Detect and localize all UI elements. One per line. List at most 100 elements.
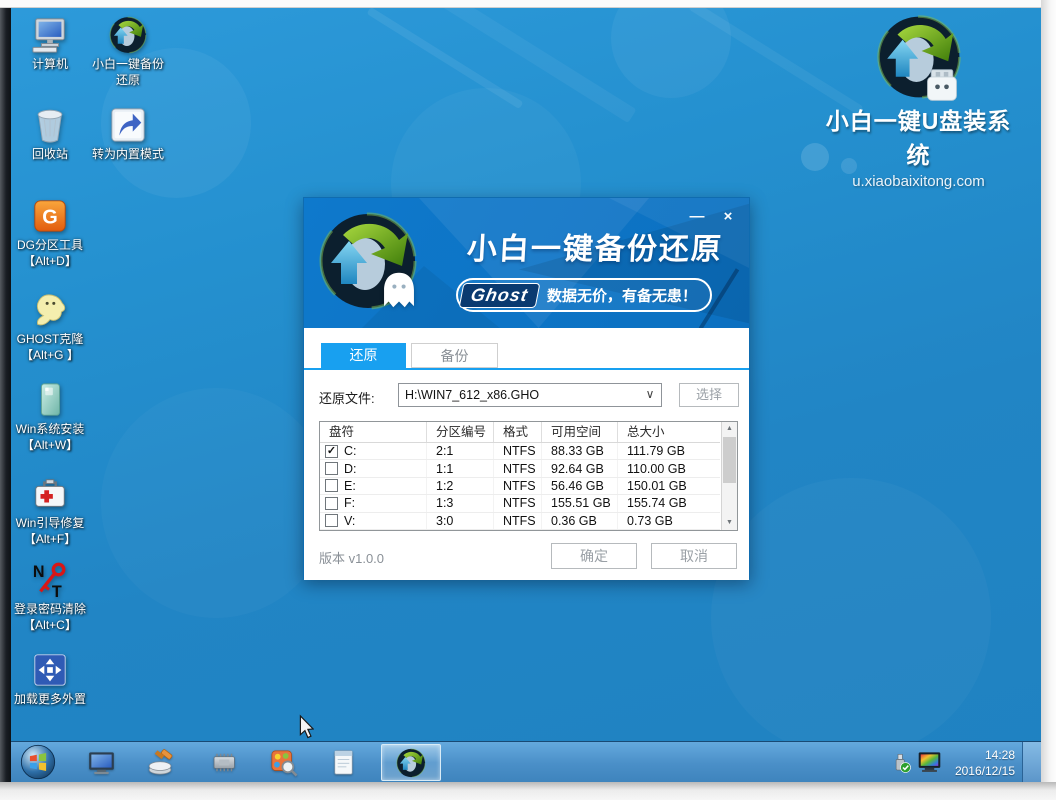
brand-logo-block: 小白一键U盘装系统 u.xiaobaixitong.com xyxy=(816,14,1021,190)
row-checkbox[interactable] xyxy=(325,497,338,510)
free-space-cell: 56.46 GB xyxy=(542,478,618,494)
scroll-down-icon[interactable]: ▼ xyxy=(722,516,737,530)
start-button[interactable] xyxy=(20,744,56,780)
table-row[interactable]: V: 3:0 NTFS 0.36 GB 0.73 GB xyxy=(320,513,720,530)
brand-url: u.xiaobaixitong.com xyxy=(816,173,1021,190)
partition-cell: 1:3 xyxy=(427,495,494,511)
partition-cell: 1:2 xyxy=(427,478,494,494)
total-size-cell: 150.01 GB xyxy=(618,478,720,494)
partition-cell: 3:0 xyxy=(427,513,494,529)
page-margin-bottom xyxy=(0,782,1056,800)
desktop-icon-label: 【Alt+C】 xyxy=(11,618,96,634)
restore-file-label: 还原文件: xyxy=(319,388,375,407)
taskbar: 14:28 2016/12/15 xyxy=(11,741,1041,782)
taskbar-memory-icon[interactable] xyxy=(209,748,238,777)
shortcut-arrow-icon xyxy=(109,106,147,144)
drive-label: V: xyxy=(344,514,355,528)
table-row[interactable]: D: 1:1 NTFS 92.64 GB 110.00 GB xyxy=(320,460,720,477)
backup-restore-dialog: 小白一键备份还原 Ghost 数据无价，有备无患！ — × 还原 备份 还原文件… xyxy=(303,197,750,579)
desktop-icon-load-more[interactable]: 加载更多外置 xyxy=(11,651,96,708)
desktop-icon-label: GHOST克隆 xyxy=(11,332,96,348)
version-label: 版本 v1.0.0 xyxy=(319,548,384,567)
ok-button[interactable]: 确定 xyxy=(551,543,637,569)
restore-file-combobox[interactable]: ∨ xyxy=(398,383,662,407)
desktop-icon-internal-mode[interactable]: 转为内置模式 xyxy=(82,106,174,163)
show-desktop-button[interactable] xyxy=(1022,742,1041,782)
taskbar-notepad-icon[interactable] xyxy=(329,748,358,777)
restore-file-input[interactable] xyxy=(399,384,639,406)
close-button[interactable]: × xyxy=(719,206,737,228)
brand-title: 小白一键U盘装系统 xyxy=(816,102,1021,170)
drive-label: F: xyxy=(344,496,355,510)
desktop-icon-label: 【Alt+D】 xyxy=(11,254,96,270)
format-cell: NTFS xyxy=(494,460,542,476)
ghost-slogan: 数据无价，有备无患！ xyxy=(547,285,698,306)
desktop-icon-label: 【Alt+W】 xyxy=(11,438,96,454)
free-space-cell: 0.36 GB xyxy=(542,513,618,529)
tray-display-settings-icon[interactable] xyxy=(916,749,943,776)
wallpaper-decoration xyxy=(711,478,991,758)
computer-icon xyxy=(31,16,69,54)
page-margin-right xyxy=(1041,0,1056,782)
desktop-screen: 计算机 小白一键备份 还原 回收站 转为内置模式 DG分区工具 【Alt+D】 … xyxy=(11,8,1041,782)
dialog-body: 还原 备份 还原文件: ∨ 选择 盘符 分区编号 格式 可用空间 总大小 ✓ xyxy=(304,328,749,580)
format-cell: NTFS xyxy=(494,443,542,459)
tab-backup[interactable]: 备份 xyxy=(411,343,498,368)
desktop-icon-label: DG分区工具 xyxy=(11,238,96,254)
desktop-icon-label: 转为内置模式 xyxy=(82,147,174,163)
desktop-icon-boot-repair[interactable]: Win引导修复 【Alt+F】 xyxy=(11,475,96,547)
page-margin-top xyxy=(0,0,1056,8)
taskbar-active-app-backup[interactable] xyxy=(381,744,441,781)
ghost-brand-label: Ghost xyxy=(459,283,541,308)
row-checkbox[interactable] xyxy=(325,479,338,492)
scrollbar-thumb[interactable] xyxy=(723,437,736,483)
desktop-icon-label: 【Alt+F】 xyxy=(11,532,96,548)
desktop-icon-backup-restore[interactable]: 小白一键备份 还原 xyxy=(82,16,174,88)
select-button[interactable]: 选择 xyxy=(679,383,739,407)
desktop-icon-label: 加载更多外置 xyxy=(11,692,96,708)
tab-restore[interactable]: 还原 xyxy=(321,343,406,368)
row-checkbox[interactable] xyxy=(325,462,338,475)
free-space-cell: 155.51 GB xyxy=(542,495,618,511)
scroll-up-icon[interactable]: ▲ xyxy=(722,422,737,436)
desktop-icon-ghost-clone[interactable]: GHOST克隆 【Alt+G 】 xyxy=(11,291,96,363)
format-cell: NTFS xyxy=(494,495,542,511)
taskbar-paint-tool-icon[interactable] xyxy=(269,748,298,777)
usb-drive-icon xyxy=(924,68,960,102)
drive-cell: F: xyxy=(320,495,427,511)
format-cell: NTFS xyxy=(494,513,542,529)
desktop-icon-dg-partition[interactable]: DG分区工具 【Alt+D】 xyxy=(11,197,96,269)
desktop-icon-label: Win系统安装 xyxy=(11,422,96,438)
taskbar-disk-cleanup-icon[interactable] xyxy=(147,748,176,777)
expand-arrows-icon xyxy=(31,651,69,689)
column-header: 总大小 xyxy=(618,422,720,442)
table-header-row: 盘符 分区编号 格式 可用空间 总大小 xyxy=(320,422,720,443)
taskbar-clock[interactable]: 14:28 2016/12/15 xyxy=(955,747,1015,779)
drive-cell: E: xyxy=(320,478,427,494)
cancel-button[interactable]: 取消 xyxy=(651,543,737,569)
total-size-cell: 0.73 GB xyxy=(618,513,720,529)
minimize-button[interactable]: — xyxy=(688,206,706,228)
desktop-icon-win-install[interactable]: Win系统安装 【Alt+W】 xyxy=(11,381,96,453)
table-row[interactable]: ✓ C: 2:1 NTFS 88.33 GB 111.79 GB xyxy=(320,443,720,460)
tray-usb-safely-remove-icon[interactable] xyxy=(888,750,913,775)
table-row[interactable]: E: 1:2 NTFS 56.46 GB 150.01 GB xyxy=(320,478,720,495)
page-shadow-left xyxy=(0,8,11,782)
mouse-cursor xyxy=(297,714,314,740)
ghost-icon xyxy=(31,291,69,329)
wallpaper-decoration xyxy=(101,388,331,618)
row-checkbox[interactable] xyxy=(325,514,338,527)
table-scrollbar[interactable]: ▲ ▼ xyxy=(721,422,737,530)
drive-label: E: xyxy=(344,479,356,493)
desktop-icon-label: 【Alt+G 】 xyxy=(11,348,96,364)
taskbar-display-icon[interactable] xyxy=(87,748,116,777)
partition-cell: 2:1 xyxy=(427,443,494,459)
drive-cell: V: xyxy=(320,513,427,529)
ghost-badge: Ghost 数据无价，有备无患！ xyxy=(456,278,712,312)
sync-arrows-icon xyxy=(396,748,426,778)
table-row[interactable]: F: 1:3 NTFS 155.51 GB 155.74 GB xyxy=(320,495,720,512)
chevron-down-icon[interactable]: ∨ xyxy=(639,384,661,406)
row-checkbox[interactable]: ✓ xyxy=(325,445,338,458)
desktop-icon-password-clear[interactable]: 登录密码清除 【Alt+C】 xyxy=(11,561,96,633)
column-header: 分区编号 xyxy=(427,422,494,442)
